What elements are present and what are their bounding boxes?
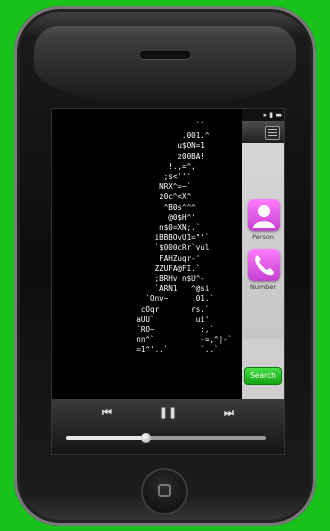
right-panel: Person Number: [242, 121, 284, 339]
phone-frame: ▸ ▮ ▬ `` .001.^ u$ON=1 z00BA! !.,=^, ;s<…: [14, 6, 316, 526]
person-tile-button[interactable]: [248, 199, 280, 231]
media-controls: ⏮ ❚❚ ⏭: [52, 399, 284, 454]
earpiece-speaker: [140, 51, 190, 59]
number-label: Number: [249, 283, 277, 291]
menu-icon[interactable]: [265, 126, 280, 140]
progress-thumb[interactable]: [141, 433, 151, 443]
person-label: Person: [252, 233, 274, 241]
ascii-art-figure: `` .001.^ u$ON=1 z00BA! !.,=^, ;s<''' NR…: [136, 121, 233, 355]
progress-track[interactable]: [66, 433, 266, 443]
glass-glare: [34, 26, 296, 106]
number-tile-button[interactable]: [248, 249, 280, 281]
phone-screen: ▸ ▮ ▬ `` .001.^ u$ON=1 z00BA! !.,=^, ;s<…: [51, 108, 285, 455]
person-icon: [253, 205, 275, 228]
search-button[interactable]: Search: [244, 367, 282, 385]
search-area: Search: [242, 339, 284, 407]
next-button[interactable]: ⏭: [214, 406, 244, 420]
home-button[interactable]: [141, 468, 188, 515]
status-bar: ▸ ▮ ▬: [242, 109, 284, 121]
panel-topbar: [242, 121, 284, 143]
previous-button[interactable]: ⏮: [92, 406, 122, 420]
home-square-icon: [158, 484, 171, 497]
phone-icon: [255, 255, 274, 276]
pause-button[interactable]: ❚❚: [153, 406, 183, 419]
progress-fill: [66, 436, 146, 440]
